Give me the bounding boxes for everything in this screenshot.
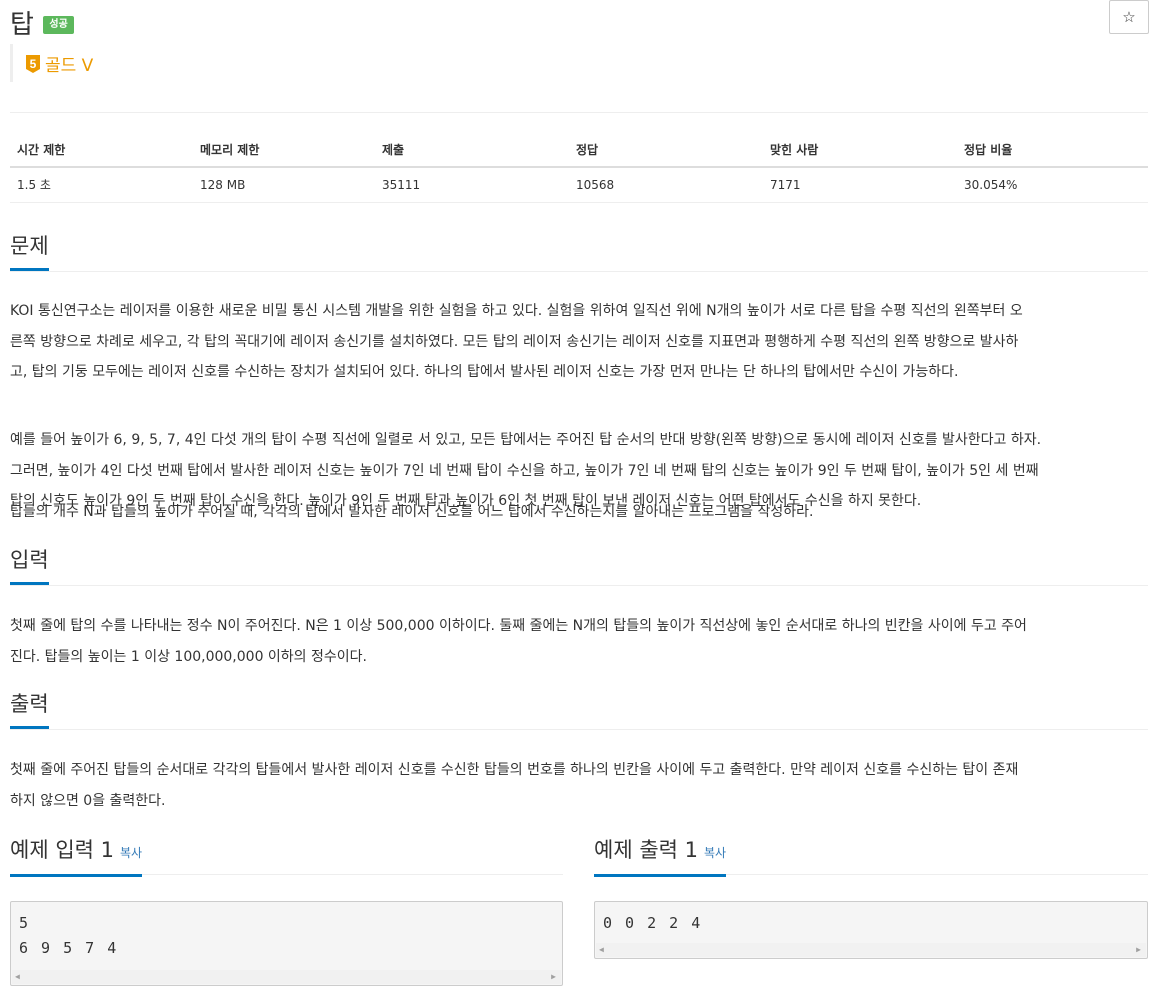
text-line: 그러면, 높이가 4인 다섯 번째 탑에서 발사한 레이저 신호는 높이가 7인…: [10, 462, 1039, 479]
gold-tier-icon: 5: [26, 55, 40, 73]
header-accept-ratio: 정답 비율: [957, 132, 1148, 168]
sample-input-line: 5: [19, 914, 31, 932]
text-line: 탑들의 개수 N과 탑들의 높이가 주어질 때, 각각의 탑에서 발사한 레이저…: [10, 504, 814, 520]
text-line: 고, 탑의 기둥 모두에는 레이저 신호를 수신하는 장치가 설치되어 있다. …: [10, 364, 959, 380]
problem-heading: 문제: [10, 232, 49, 271]
copy-sample-output-link[interactable]: 복사: [704, 846, 726, 860]
sample-output-heading: 예제 출력 1 복사: [594, 835, 727, 877]
status-badge: 성공: [43, 15, 74, 34]
text-line: 하지 않으면 0을 출력한다.: [10, 792, 166, 809]
accepted-value: 10568: [569, 167, 763, 203]
tier-box: 5 골드 V: [10, 44, 93, 82]
sample-input-box: 5 6 9 5 7 4 ◀ ▶: [10, 901, 563, 986]
text-line: 첫째 줄에 주어진 탑들의 순서대로 각각의 탑들에서 발사한 레이저 신호를 …: [10, 762, 1019, 778]
memory-limit-value: 128 MB: [193, 167, 375, 203]
text-line: 진다. 탑들의 높이는 1 이상 100,000,000 이하의 정수이다.: [10, 648, 367, 665]
text-line: 첫째 줄에 탑의 수를 나타내는 정수 N이 주어진다. N은 1 이상 500…: [10, 618, 1027, 634]
scroll-left-icon[interactable]: ◀: [15, 972, 20, 981]
scroll-right-icon[interactable]: ▶: [1136, 945, 1141, 954]
solved-users-value: 7171: [763, 167, 957, 203]
copy-sample-input-link[interactable]: 복사: [120, 846, 142, 860]
page-title: 탑: [10, 10, 34, 40]
sample-output-header: 예제 출력 1 복사: [594, 835, 1148, 877]
output-section-header: 출력: [10, 690, 1148, 730]
header-memory-limit: 메모리 제한: [193, 132, 375, 168]
star-icon: ☆: [1122, 8, 1136, 26]
output-heading: 출력: [10, 690, 49, 729]
title-row: 탑 성공: [10, 4, 74, 41]
output-description: 첫째 줄에 주어진 탑들의 순서대로 각각의 탑들에서 발사한 레이저 신호를 …: [10, 755, 1148, 816]
submissions-value: 35111: [375, 167, 569, 203]
scroll-left-icon[interactable]: ◀: [599, 945, 604, 954]
star-button[interactable]: ☆: [1109, 0, 1149, 34]
table-row: 1.5 초 128 MB 35111 10568 7171 30.054%: [10, 167, 1148, 203]
input-heading: 입력: [10, 546, 49, 585]
sample-input-title: 예제 입력 1: [10, 838, 114, 862]
sample-input-line: 6 9 5 7 4: [19, 939, 119, 957]
input-description: 첫째 줄에 탑의 수를 나타내는 정수 N이 주어진다. N은 1 이상 500…: [10, 611, 1148, 672]
horizontal-scrollbar[interactable]: ◀ ▶: [596, 943, 1146, 957]
sample-input-header: 예제 입력 1 복사: [10, 835, 563, 877]
problem-info-table: 시간 제한 메모리 제한 제출 정답 맞힌 사람 정답 비율 1.5 초 128…: [10, 132, 1148, 203]
sample-output-title: 예제 출력 1: [594, 838, 698, 862]
sample-output-line: 0 0 2 2 4: [603, 914, 703, 932]
tier-level: 5: [30, 57, 37, 71]
header-solved-users: 맞힌 사람: [763, 132, 957, 168]
problem-section-header: 문제: [10, 232, 1148, 272]
horizontal-scrollbar[interactable]: ◀ ▶: [12, 970, 561, 984]
text-line: 예를 들어 높이가 6, 9, 5, 7, 4인 다섯 개의 탑이 수평 직선에…: [10, 432, 1042, 448]
header-accepted: 정답: [569, 132, 763, 168]
time-limit-value: 1.5 초: [10, 167, 193, 203]
problem-paragraph-3: 탑들의 개수 N과 탑들의 높이가 주어질 때, 각각의 탑에서 발사한 레이저…: [10, 497, 1148, 528]
table-header-row: 시간 제한 메모리 제한 제출 정답 맞힌 사람 정답 비율: [10, 132, 1148, 168]
input-section-header: 입력: [10, 546, 1148, 586]
text-line: 른쪽 방향으로 차례로 세우고, 각 탑의 꼭대기에 레이저 송신기를 설치하였…: [10, 333, 1019, 350]
header-time-limit: 시간 제한: [10, 132, 193, 168]
problem-paragraph-1: KOI 통신연구소는 레이저를 이용한 새로운 비밀 통신 시스템 개발을 위한…: [10, 296, 1148, 388]
header-submissions: 제출: [375, 132, 569, 168]
scroll-right-icon[interactable]: ▶: [551, 972, 556, 981]
tier-label: 골드 V: [45, 55, 94, 76]
divider: [10, 112, 1148, 113]
sample-input-heading: 예제 입력 1 복사: [10, 835, 143, 877]
text-line: KOI 통신연구소는 레이저를 이용한 새로운 비밀 통신 시스템 개발을 위한…: [10, 303, 1023, 319]
sample-output-box: 0 0 2 2 4 ◀ ▶: [594, 901, 1148, 959]
accept-ratio-value: 30.054%: [957, 167, 1148, 203]
